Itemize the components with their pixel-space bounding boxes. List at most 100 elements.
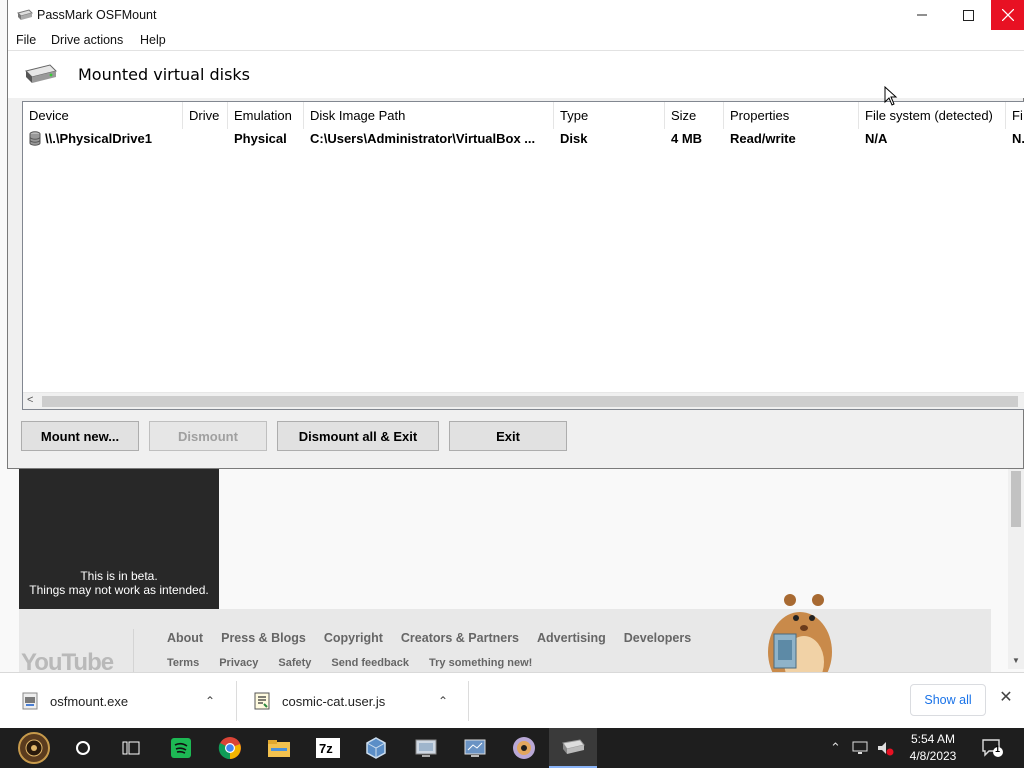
- system-tray: ⌃ 5:54 AM 4/8/2023 1: [820, 728, 1024, 768]
- page-scrollbar-thumb[interactable]: [1011, 471, 1021, 527]
- window-titlebar[interactable]: PassMark OSFMount: [8, 0, 1024, 30]
- mount-new-button[interactable]: Mount new...: [21, 421, 139, 451]
- close-icon[interactable]: ✕: [996, 687, 1016, 711]
- dismount-all-exit-button[interactable]: Dismount all & Exit: [277, 421, 439, 451]
- taskbar-app-7zip[interactable]: 7z: [304, 728, 352, 768]
- menu-drive-actions[interactable]: Drive actions: [51, 33, 123, 47]
- download-shelf: osfmount.exe ⌃ cosmic-cat.user.js ⌃ Show…: [0, 672, 1024, 728]
- taskbar-app-dvd[interactable]: [500, 728, 548, 768]
- folder-icon: [268, 740, 290, 757]
- horizontal-scrollbar-thumb[interactable]: [42, 396, 1018, 407]
- minimize-icon: [917, 14, 927, 16]
- svg-text:7z: 7z: [319, 741, 333, 756]
- footer-link-safety[interactable]: Safety: [278, 657, 311, 669]
- taskbar-app-osfmount[interactable]: [549, 728, 597, 768]
- cell-properties: Read/write: [730, 131, 796, 146]
- footer-link-privacy[interactable]: Privacy: [219, 657, 258, 669]
- footer-link-send-feedback[interactable]: Send feedback: [331, 657, 409, 669]
- notification-count-badge: 1: [995, 744, 1001, 754]
- windows-taskbar: 7z ⌃ 5:54 AM 4/8/2023 1: [0, 728, 1024, 768]
- download-item-cosmic-cat[interactable]: cosmic-cat.user.js: [254, 673, 385, 729]
- column-header-device[interactable]: Device: [23, 102, 183, 129]
- osfmount-window: PassMark OSFMount File Drive actions Hel…: [7, 0, 1024, 469]
- taskbar-app-remote-desktop[interactable]: [402, 728, 450, 768]
- column-header-type[interactable]: Type: [554, 102, 665, 129]
- mounted-disks-list[interactable]: Device Drive Emulation Disk Image Path T…: [22, 101, 1024, 410]
- taskbar-app-spotify[interactable]: [157, 728, 205, 768]
- cortana-circle-icon: [76, 741, 90, 755]
- task-view-button[interactable]: [107, 728, 155, 768]
- download-filename: osfmount.exe: [50, 693, 129, 709]
- scroll-down-arrow-icon[interactable]: ▼: [1012, 656, 1020, 665]
- clock-date: 4/8/2023: [909, 749, 957, 763]
- page-title: Mounted virtual disks: [78, 65, 251, 84]
- start-button[interactable]: [10, 728, 58, 768]
- disk-drive-icon: [562, 739, 585, 754]
- download-divider: [236, 681, 237, 721]
- speaker-muted-icon[interactable]: [876, 740, 894, 756]
- header-section: Mounted virtual disks: [8, 50, 1024, 98]
- footer-link-terms[interactable]: Terms: [167, 657, 199, 669]
- download-options-osfmount[interactable]: ⌃: [205, 673, 225, 729]
- clock-time: 5:54 AM: [910, 732, 956, 746]
- 7zip-icon: 7z: [316, 738, 340, 758]
- taskbar-app-virtualbox[interactable]: [352, 728, 400, 768]
- download-item-osfmount[interactable]: osfmount.exe: [22, 673, 128, 729]
- disc-icon: [513, 737, 535, 759]
- chrome-icon: [218, 737, 241, 760]
- scroll-left-arrow-icon[interactable]: <: [27, 394, 33, 406]
- footer-link-about[interactable]: About: [167, 631, 203, 645]
- taskbar-app-file-explorer[interactable]: [255, 728, 303, 768]
- beta-notice-line2: Things may not work as intended.: [29, 583, 209, 597]
- page-footer: YouTube About Press & Blogs Copyright Cr…: [19, 609, 991, 676]
- footer-link-copyright[interactable]: Copyright: [324, 631, 383, 645]
- footer-link-try-new[interactable]: Try something new!: [429, 657, 532, 669]
- menu-file[interactable]: File: [16, 33, 36, 47]
- app-disk-icon: [17, 9, 33, 20]
- menu-help[interactable]: Help: [140, 33, 166, 47]
- maximize-button[interactable]: [945, 0, 991, 30]
- network-icon[interactable]: [852, 740, 870, 756]
- notification-center-button[interactable]: 1: [982, 739, 1004, 760]
- column-header-properties[interactable]: Properties: [724, 102, 859, 129]
- search-button[interactable]: [59, 728, 107, 768]
- close-window-button[interactable]: [991, 0, 1024, 30]
- network-computer-icon: [464, 739, 486, 757]
- footer-link-developers[interactable]: Developers: [624, 631, 691, 645]
- column-header-file-system[interactable]: File system (detected): [859, 102, 1006, 129]
- footer-link-advertising[interactable]: Advertising: [537, 631, 606, 645]
- column-header-fi[interactable]: Fi: [1006, 102, 1024, 129]
- footer-link-press[interactable]: Press & Blogs: [221, 631, 306, 645]
- column-header-emulation[interactable]: Emulation: [228, 102, 304, 129]
- spotify-icon: [171, 738, 191, 758]
- column-header-size[interactable]: Size: [665, 102, 724, 129]
- exe-file-icon: [22, 692, 38, 710]
- system-clock[interactable]: 5:54 AM 4/8/2023: [900, 731, 966, 765]
- cell-device: \\.\PhysicalDrive1: [45, 131, 152, 146]
- dismount-button[interactable]: Dismount: [149, 421, 267, 451]
- horizontal-scrollbar[interactable]: <: [23, 392, 1024, 409]
- start-orb-icon: [18, 732, 50, 764]
- cell-emulation: Physical: [234, 131, 287, 146]
- taskbar-app-chrome[interactable]: [206, 728, 254, 768]
- download-options-cosmic-cat[interactable]: ⌃: [438, 673, 458, 729]
- page-scrollbar[interactable]: ▼: [1008, 469, 1024, 669]
- footer-link-creators[interactable]: Creators & Partners: [401, 631, 519, 645]
- taskbar-app-network-manager[interactable]: [451, 728, 499, 768]
- column-header-drive[interactable]: Drive: [183, 102, 228, 129]
- exit-button[interactable]: Exit: [449, 421, 567, 451]
- beta-notice: This is in beta. Things may not work as …: [19, 469, 219, 609]
- close-icon: [1002, 9, 1014, 21]
- remote-desktop-icon: [415, 739, 437, 757]
- cell-fi: N.: [1012, 131, 1024, 146]
- show-all-downloads-button[interactable]: Show all: [910, 684, 986, 716]
- chevron-up-icon: ⌃: [438, 694, 449, 708]
- mouse-cursor-icon: [884, 86, 898, 106]
- minimize-button[interactable]: [899, 0, 945, 30]
- task-view-icon: [122, 741, 140, 755]
- column-header-disk-image-path[interactable]: Disk Image Path: [304, 102, 554, 129]
- chevron-up-icon: ⌃: [205, 694, 216, 708]
- chevron-up-icon[interactable]: ⌃: [830, 740, 841, 756]
- window-title: PassMark OSFMount: [37, 8, 157, 22]
- cell-file-system: N/A: [865, 131, 888, 146]
